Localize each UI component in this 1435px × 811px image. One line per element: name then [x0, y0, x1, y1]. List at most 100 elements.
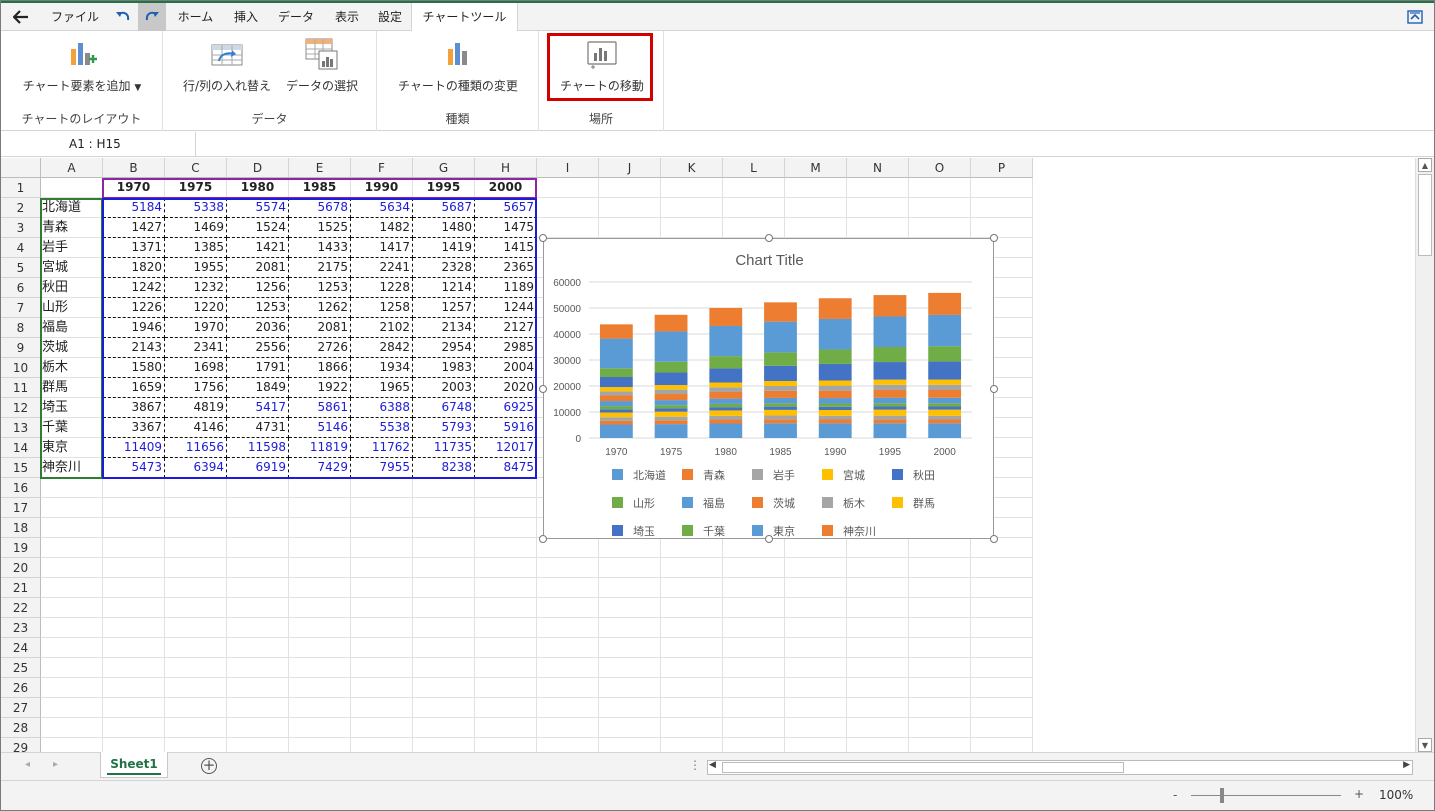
- cell[interactable]: [351, 738, 413, 752]
- cell[interactable]: [41, 738, 103, 752]
- cell[interactable]: [41, 678, 103, 698]
- cell[interactable]: [227, 498, 289, 518]
- chart-resize-handle[interactable]: [990, 384, 998, 393]
- add-chart-element-button[interactable]: チャート要素を追加 ▼: [15, 37, 149, 94]
- cell[interactable]: [103, 698, 165, 718]
- cell[interactable]: [475, 518, 537, 538]
- cell[interactable]: 5687: [413, 198, 475, 218]
- cell[interactable]: [599, 578, 661, 598]
- cell[interactable]: [103, 738, 165, 752]
- cell[interactable]: [351, 558, 413, 578]
- cell[interactable]: 5146: [289, 418, 351, 438]
- cell[interactable]: [351, 678, 413, 698]
- cell[interactable]: 5574: [227, 198, 289, 218]
- cell[interactable]: [475, 598, 537, 618]
- cell[interactable]: 12017: [475, 438, 537, 458]
- row-header[interactable]: 3: [1, 218, 41, 238]
- cell[interactable]: [103, 518, 165, 538]
- cell[interactable]: [227, 578, 289, 598]
- cell[interactable]: [661, 598, 723, 618]
- cell[interactable]: [661, 738, 723, 752]
- cell[interactable]: [227, 538, 289, 558]
- row-header[interactable]: 20: [1, 558, 41, 578]
- cell[interactable]: 2102: [351, 318, 413, 338]
- cell[interactable]: [413, 518, 475, 538]
- cell[interactable]: 1228: [351, 278, 413, 298]
- column-header[interactable]: K: [661, 158, 723, 178]
- cell[interactable]: 1980: [227, 178, 289, 198]
- cell[interactable]: [351, 658, 413, 678]
- cell[interactable]: 千葉: [41, 418, 103, 438]
- cell[interactable]: 1970: [103, 178, 165, 198]
- column-header[interactable]: D: [227, 158, 289, 178]
- cell[interactable]: 5538: [351, 418, 413, 438]
- cell[interactable]: [971, 678, 1033, 698]
- cell[interactable]: 1214: [413, 278, 475, 298]
- cell[interactable]: [475, 498, 537, 518]
- cell[interactable]: [599, 738, 661, 752]
- cell[interactable]: 1244: [475, 298, 537, 318]
- cell[interactable]: 1524: [227, 218, 289, 238]
- cell[interactable]: [289, 638, 351, 658]
- cell[interactable]: 1253: [289, 278, 351, 298]
- cell[interactable]: 2726: [289, 338, 351, 358]
- cell[interactable]: 秋田: [41, 278, 103, 298]
- cell[interactable]: [661, 198, 723, 218]
- cell[interactable]: 11656: [165, 438, 227, 458]
- cell[interactable]: [413, 678, 475, 698]
- cell[interactable]: [785, 538, 847, 558]
- tab-settings[interactable]: 設定: [369, 3, 411, 31]
- cell[interactable]: [661, 698, 723, 718]
- cell[interactable]: [847, 658, 909, 678]
- cell[interactable]: [971, 738, 1033, 752]
- cell[interactable]: [537, 718, 599, 738]
- row-header[interactable]: 26: [1, 678, 41, 698]
- row-header[interactable]: 27: [1, 698, 41, 718]
- cell[interactable]: [723, 538, 785, 558]
- cell[interactable]: 1983: [413, 358, 475, 378]
- column-header[interactable]: N: [847, 158, 909, 178]
- cell[interactable]: 11735: [413, 438, 475, 458]
- cell[interactable]: [661, 178, 723, 198]
- cell[interactable]: [785, 718, 847, 738]
- cell[interactable]: [227, 558, 289, 578]
- cell[interactable]: [785, 218, 847, 238]
- cell[interactable]: [41, 478, 103, 498]
- prev-sheet-icon[interactable]: ◂: [25, 759, 30, 770]
- cell[interactable]: 1659: [103, 378, 165, 398]
- cell[interactable]: [351, 498, 413, 518]
- cell[interactable]: [723, 598, 785, 618]
- column-header[interactable]: G: [413, 158, 475, 178]
- cell[interactable]: [289, 578, 351, 598]
- row-header[interactable]: 8: [1, 318, 41, 338]
- cell[interactable]: [661, 618, 723, 638]
- tab-view[interactable]: 表示: [325, 3, 369, 31]
- cell[interactable]: 5634: [351, 198, 413, 218]
- cell[interactable]: [847, 598, 909, 618]
- cell[interactable]: 1385: [165, 238, 227, 258]
- cell[interactable]: [537, 658, 599, 678]
- cell[interactable]: [289, 538, 351, 558]
- cell[interactable]: [971, 178, 1033, 198]
- cell[interactable]: [227, 678, 289, 698]
- vertical-scroll-thumb[interactable]: [1418, 174, 1432, 256]
- cell[interactable]: 5793: [413, 418, 475, 438]
- cell[interactable]: [165, 678, 227, 698]
- row-header[interactable]: 24: [1, 638, 41, 658]
- cell[interactable]: [351, 518, 413, 538]
- horizontal-scroll-thumb[interactable]: [722, 762, 1124, 773]
- cell[interactable]: [971, 558, 1033, 578]
- switch-row-column-button[interactable]: 行/列の入れ替え: [179, 37, 275, 94]
- cell[interactable]: 2365: [475, 258, 537, 278]
- cell[interactable]: 4146: [165, 418, 227, 438]
- cell[interactable]: [785, 738, 847, 752]
- cell[interactable]: 栃木: [41, 358, 103, 378]
- row-header[interactable]: 9: [1, 338, 41, 358]
- cell[interactable]: [661, 218, 723, 238]
- cell[interactable]: [537, 618, 599, 638]
- cell[interactable]: [785, 198, 847, 218]
- cell[interactable]: 1415: [475, 238, 537, 258]
- cell[interactable]: 群馬: [41, 378, 103, 398]
- cell[interactable]: [475, 658, 537, 678]
- cell[interactable]: [599, 678, 661, 698]
